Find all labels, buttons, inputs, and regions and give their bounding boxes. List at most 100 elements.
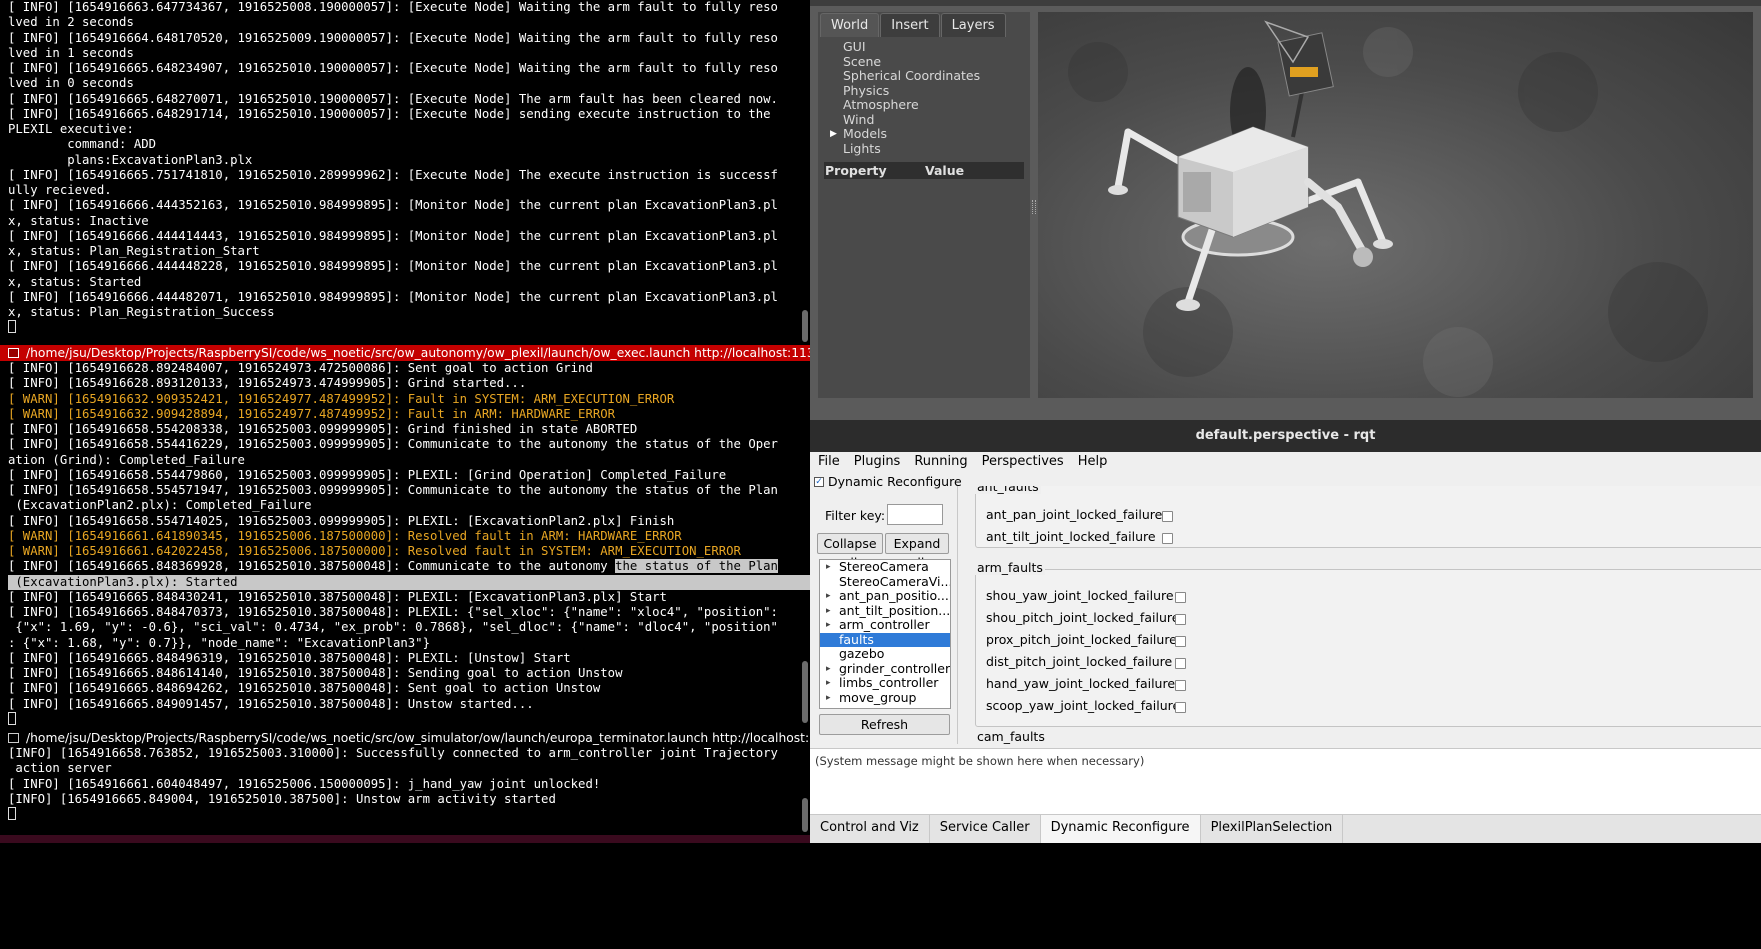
gazebo-3d-viewport[interactable] [1038,12,1753,398]
param-checkbox[interactable] [1175,614,1186,625]
log-line: action server [8,761,112,776]
param-checkbox[interactable] [1162,533,1173,544]
tab-layers[interactable]: Layers [940,13,1006,37]
gazebo-window: World Insert Layers GUI Scene Spherical Co… [810,0,1761,420]
rqt-menubar: File Plugins Running Perspectives Help [810,452,1761,472]
terminal-output: [INFO] [1654916658.763852, 1916525003.31… [0,746,810,822]
tab-dynamic-reconfigure[interactable]: Dynamic Reconfigure [1040,815,1201,843]
node-tree-item[interactable]: faults [820,632,950,647]
param-checkbox[interactable] [1162,511,1173,522]
rqt-window-title: default.perspective - rqt [810,420,1761,452]
expand-arrow-icon[interactable]: ▶ [830,127,837,142]
expand-all-button[interactable]: Expand all [885,533,949,570]
log-line: [ INFO] [1654916666.444352163, 191652501… [8,198,778,213]
log-line: x, status: Started [8,274,142,289]
node-tree[interactable]: ▸ StereoCamera StereoCameraVi... ▸ ant_pan_p… [819,559,951,709]
node-tree-item[interactable]: ▸ limbs_controller [820,676,950,691]
world-tree-item[interactable]: Lights [824,141,1030,157]
node-label: grinder_controller [839,661,950,676]
terminal-title-text: /home/jsu/Desktop/Projects/RaspberrySI/c… [26,731,810,745]
expand-arrow-icon[interactable]: ▸ [826,662,831,677]
filter-key-input[interactable] [887,504,943,525]
menu-file[interactable]: File [810,452,846,472]
expand-arrow-icon[interactable]: ▸ [826,676,831,691]
terminal-execute-log[interactable]: [ INFO] [1654916663.647734367, 191652500… [0,0,810,345]
log-line: [ INFO] [1654916665.848369928, 191652501… [8,559,778,574]
expand-arrow-icon[interactable]: ▸ [826,618,831,633]
tab-insert[interactable]: Insert [880,13,940,37]
node-label: gazebo [839,647,885,661]
world-tree-label: Atmosphere [843,97,919,112]
world-tree-item[interactable]: ▶ Models [824,126,1030,142]
log-line: ully recieved. [8,183,112,197]
log-line: [ INFO] [1654916665.848694262, 191652501… [8,681,601,696]
node-tree-item[interactable]: ▸ ant_tilt_position... [820,604,950,619]
tab-service-caller[interactable]: Service Caller [930,815,1041,843]
menu-help[interactable]: Help [1070,452,1114,472]
param-checkbox[interactable] [1175,592,1186,603]
expand-arrow-icon[interactable]: ▸ [826,560,831,575]
terminal-europa-terminator[interactable]: [INFO] [1654916658.763852, 1916525003.31… [0,746,810,835]
log-line: [ INFO] [1654916628.892484007, 191652497… [8,361,593,375]
world-tree-item[interactable]: GUI [824,39,1030,55]
world-tree-item[interactable]: Atmosphere [824,97,1030,113]
scrollbar[interactable] [800,0,808,345]
terminal-title-europa[interactable]: /home/jsu/Desktop/Projects/RaspberrySI/c… [0,730,810,746]
log-line: [ WARN] [1654916632.909428894, 191652497… [8,406,616,421]
param-checkbox[interactable] [1175,702,1186,713]
expand-arrow-icon[interactable]: ▸ [826,589,831,604]
value-header: Value [925,163,965,178]
world-tree-label: Models [843,126,888,141]
log-line: [ WARN] [1654916632.909352421, 191652497… [8,391,675,406]
panel-splitter[interactable] [1032,200,1036,214]
expand-arrow-icon[interactable]: ▸ [826,691,831,706]
plugin-check-icon[interactable]: ✓ [814,476,824,487]
node-tree-item[interactable]: StereoCameraVi... [820,575,950,590]
node-tree-item[interactable]: ▸ grinder_controller [820,662,950,677]
world-tree-item[interactable]: Physics [824,82,1030,99]
panel-splitter[interactable] [957,486,961,744]
log-line: [ INFO] [1654916628.893120133, 191652497… [8,376,527,391]
menu-perspectives[interactable]: Perspectives [974,452,1070,472]
param-label: dist_pitch_joint_locked_failure [986,654,1173,669]
log-line: [ INFO] [1654916658.554571947, 191652500… [8,483,778,497]
node-tree-item[interactable]: ▸ arm_controller [820,618,950,633]
world-tree-item[interactable]: Wind [824,112,1030,128]
collapse-all-button[interactable]: Collapse all [817,533,883,570]
tab-world[interactable]: World [820,13,880,37]
node-tree-item[interactable]: ▸ StereoCamera [820,560,950,575]
world-tree-item[interactable]: Scene [824,54,1030,70]
tab-control-and-viz[interactable]: Control and Viz [810,815,930,843]
param-checkbox[interactable] [1175,636,1186,647]
node-tree-item[interactable]: ▸ ant_pan_positio... [820,589,950,604]
terminal-title-ow-exec[interactable]: /home/jsu/Desktop/Projects/RaspberrySI/c… [0,345,810,361]
log-line: [ INFO] [1654916658.554208338, 191652500… [8,422,638,436]
param-checkbox[interactable] [1175,658,1186,669]
world-tree-item[interactable]: Spherical Coordinates [824,68,1030,84]
world-tree-label: Spherical Coordinates [843,68,981,83]
log-line: (ExcavationPlan3.plx): Started [8,574,810,590]
terminal-ow-exec[interactable]: [ INFO] [1654916628.892484007, 191652497… [0,361,810,730]
menu-running[interactable]: Running [906,452,973,472]
tab-plexilplanselection[interactable]: PlexilPlanSelection [1201,815,1344,843]
refresh-button[interactable]: Refresh [819,714,950,735]
param-label: scoop_yaw_joint_locked_failure [986,698,1181,713]
scrollbar[interactable] [800,361,808,730]
node-tree-item[interactable]: gazebo [820,647,950,662]
node-tree-item[interactable]: ▸ move_group [820,691,950,706]
parameter-editor: ant_faults ant_pan_joint_locked_failure … [965,486,1761,744]
menu-plugins[interactable]: Plugins [846,452,907,472]
node-label: StereoCamera [839,560,929,574]
param-label: shou_pitch_joint_locked_failure [986,610,1180,625]
node-label: faults [839,632,874,647]
terminal-output: [ INFO] [1654916628.892484007, 191652497… [0,361,810,727]
log-line: [ INFO] [1654916666.444482071, 191652501… [8,289,778,304]
expand-arrow-icon[interactable]: ▸ [826,604,831,619]
scrollbar[interactable] [800,746,808,835]
world-tree-label: GUI [843,39,866,54]
param-label: ant_pan_joint_locked_failure [986,507,1163,522]
world-tree-label: Physics [843,82,890,98]
param-checkbox[interactable] [1175,680,1186,691]
log-line: [ INFO] [1654916665.648270071, 191652501… [8,91,778,106]
terminal-cursor [8,711,16,725]
